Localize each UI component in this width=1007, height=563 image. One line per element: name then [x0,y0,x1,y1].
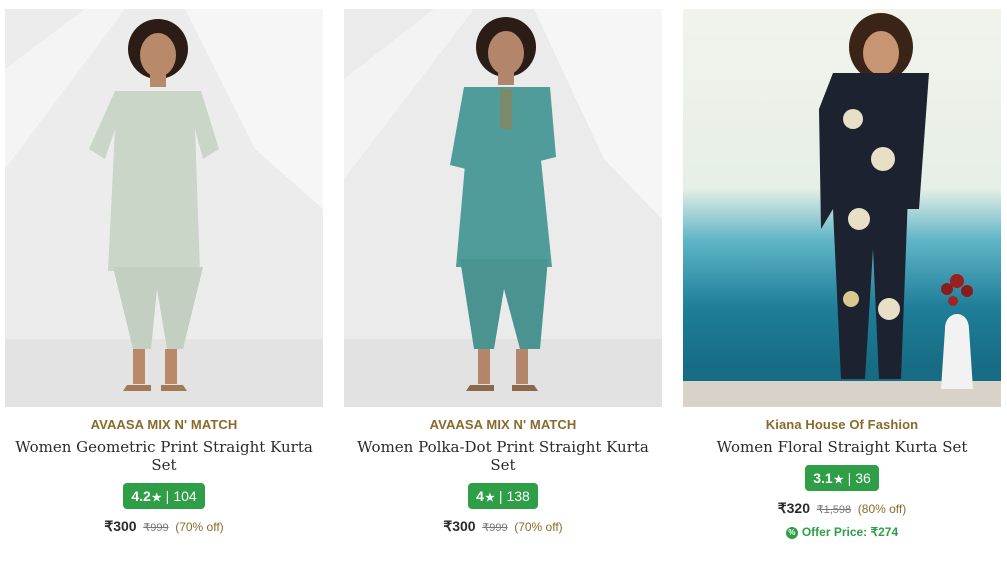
price-row: ₹300 ₹999 (70% off) [5,518,323,535]
product-photo [5,9,323,407]
brand-name[interactable]: Kiana House Of Fashion [683,417,1001,432]
product-card[interactable]: Kiana House Of Fashion Women Floral Stra… [683,9,1001,539]
original-price: ₹1,598 [816,504,852,516]
star-icon: ★ [833,474,844,486]
discount-label: (70% off) [175,520,224,534]
rating-row: 3.1★ | 36 [683,465,1001,491]
rating-badge: 3.1★ | 36 [805,465,879,491]
rating-separator: | [165,488,170,504]
sale-price: ₹300 [104,518,137,534]
product-image[interactable] [5,9,323,407]
product-title[interactable]: Women Floral Straight Kurta Set [683,438,1001,456]
rating-badge: 4.2★ | 104 [123,483,205,509]
sale-price: ₹320 [777,500,810,516]
original-price: ₹999 [143,522,169,534]
product-photo [344,9,662,407]
rating-badge: 4★ | 138 [468,483,538,509]
offer-price-row: % Offer Price: ₹274 [683,525,1001,539]
original-price: ₹999 [482,522,508,534]
brand-name[interactable]: AVAASA MIX N' MATCH [344,417,662,432]
rating-value: 4 [476,488,484,504]
review-count: 138 [506,488,530,504]
discount-label: (70% off) [514,520,563,534]
product-card[interactable]: AVAASA MIX N' MATCH Women Geometric Prin… [5,9,323,535]
offer-badge-icon: % [785,526,798,539]
rating-separator: | [498,488,503,504]
star-icon: ★ [484,492,495,504]
rating-separator: | [847,470,852,486]
product-photo [683,9,1001,407]
product-grid: AVAASA MIX N' MATCH Women Geometric Prin… [0,0,1007,563]
review-count: 104 [173,488,197,504]
rating-value: 4.2 [131,488,151,504]
product-title[interactable]: Women Geometric Print Straight Kurta Set [5,438,323,474]
rating-value: 3.1 [813,470,833,486]
discount-label: (80% off) [857,502,907,516]
price-row: ₹300 ₹999 (70% off) [344,518,662,535]
price-row: ₹320 ₹1,598 (80% off) [683,500,1001,517]
brand-name[interactable]: AVAASA MIX N' MATCH [5,417,323,432]
product-card[interactable]: AVAASA MIX N' MATCH Women Polka-Dot Prin… [344,9,662,535]
offer-price-label: Offer Price: ₹274 [801,525,899,539]
product-title[interactable]: Women Polka-Dot Print Straight Kurta Set [344,438,662,474]
product-image[interactable] [344,9,662,407]
product-image[interactable] [683,9,1001,407]
review-count: 36 [855,470,871,486]
rating-row: 4.2★ | 104 [5,483,323,509]
sale-price: ₹300 [443,518,476,534]
star-icon: ★ [151,492,162,504]
rating-row: 4★ | 138 [344,483,662,509]
